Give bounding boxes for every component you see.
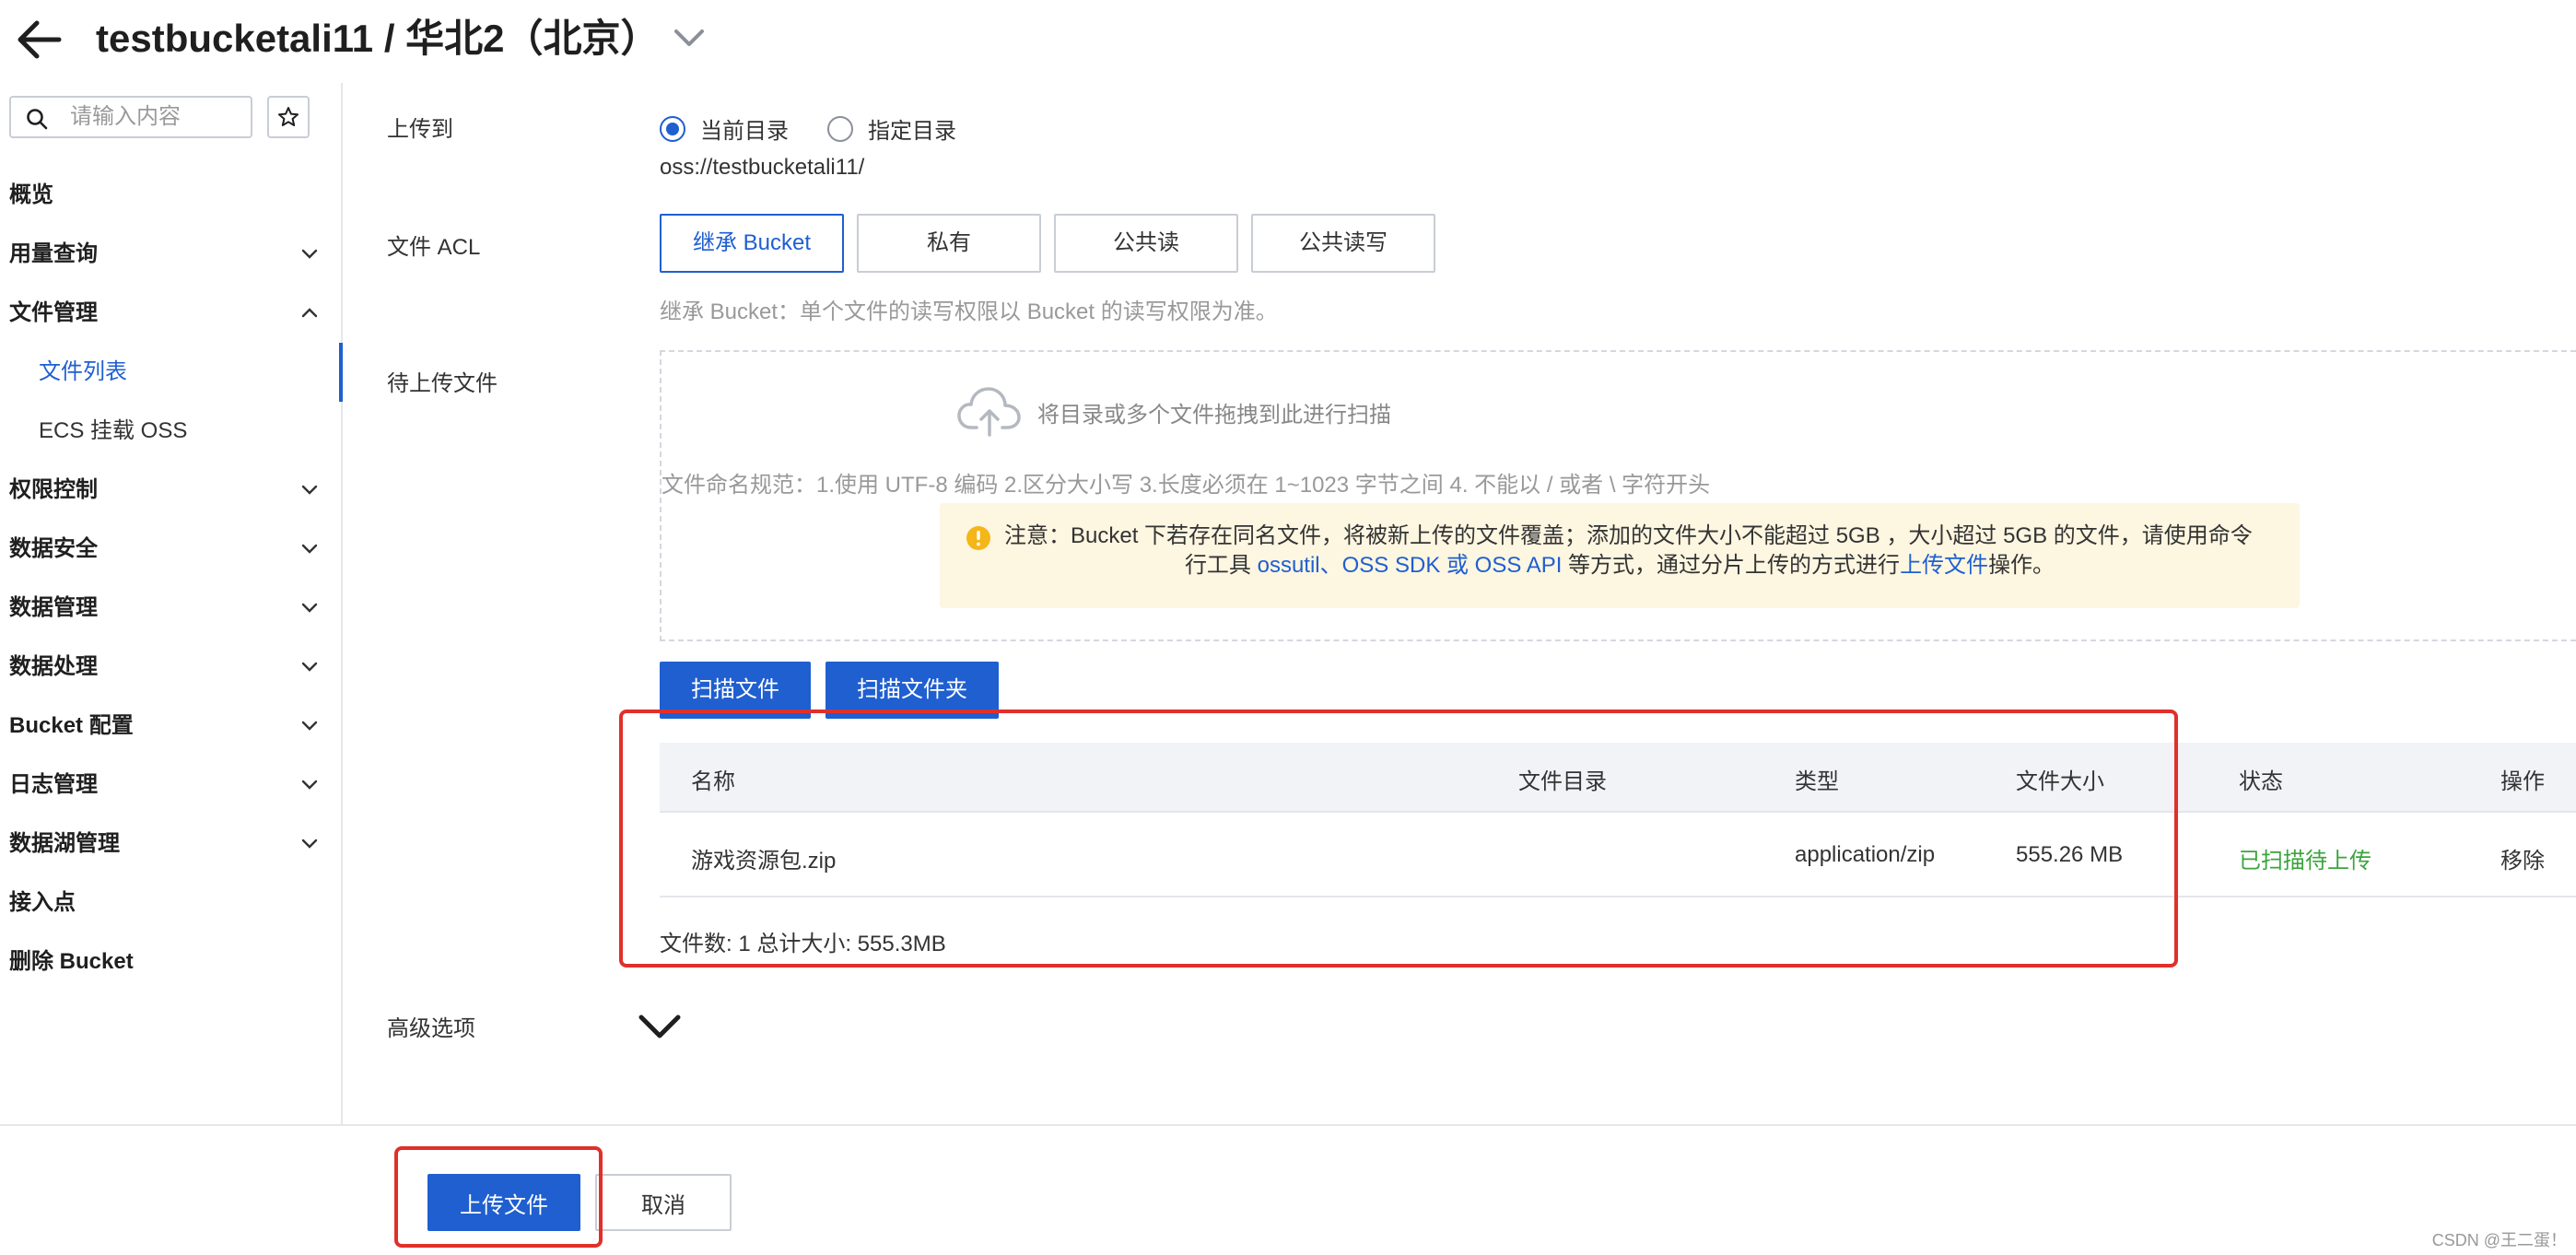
sidebar-item-label: 概览: [9, 182, 53, 207]
pending-files-label: 待上传文件: [387, 371, 498, 396]
acl-public-read-write[interactable]: 公共读写: [1251, 214, 1435, 273]
sidebar-item-label: 权限控制: [9, 477, 98, 502]
footer-divider: [0, 1124, 2576, 1126]
search-input[interactable]: [70, 103, 245, 131]
chevron-down-icon: [301, 662, 318, 672]
sidebar-item-label: 数据处理: [9, 654, 98, 679]
sidebar-item-label: 删除 Bucket: [9, 949, 134, 974]
upload-target-radio-group: 当前目录 指定目录: [660, 112, 995, 145]
advanced-options-label: 高级选项: [387, 1016, 475, 1041]
sidebar-item-overview[interactable]: 概览: [0, 166, 341, 225]
naming-rules: 文件命名规范：1.使用 UTF-8 编码 2.区分大小写 3.长度必须在 1~1…: [662, 473, 1711, 498]
acl-private[interactable]: 私有: [857, 214, 1041, 273]
page-header: testbucketali11 / 华北2（北京）: [0, 0, 2576, 83]
sidebar-item-label: 文件列表: [39, 359, 127, 384]
upload-file-doc-link[interactable]: 上传文件: [1900, 553, 1988, 578]
column-action: 操作: [2500, 769, 2545, 794]
acl-options: 继承 Bucket 私有 公共读 公共读写: [660, 214, 1448, 273]
sidebar-item-log-management[interactable]: 日志管理: [0, 756, 341, 815]
sidebar-nav: 概览 用量查询 文件管理 文件列表 ECS 挂载 OSS 权限控制 数据安全 数…: [0, 166, 343, 991]
table-highlight-box: [619, 710, 2178, 968]
chevron-down-icon: [301, 721, 318, 731]
warning-text-line1: 注意：Bucket 下若存在同名文件，将被新上传的文件覆盖；添加的文件大小不能超…: [1004, 523, 2253, 548]
sidebar-item-label: 接入点: [9, 890, 76, 915]
sidebar-item-file-management[interactable]: 文件管理: [0, 284, 341, 343]
favorite-button[interactable]: [267, 96, 310, 138]
sidebar-item-data-processing[interactable]: 数据处理: [0, 638, 341, 697]
cloud-upload-icon: [957, 387, 1021, 437]
chevron-down-icon: [301, 249, 318, 259]
upload-to-label: 上传到: [387, 117, 453, 142]
chevron-down-icon: [301, 603, 318, 613]
remove-link[interactable]: 移除: [2500, 842, 2545, 874]
sidebar-item-label: 用量查询: [9, 241, 98, 266]
sidebar-item-file-list[interactable]: 文件列表: [0, 343, 343, 402]
sidebar-item-label: Bucket 配置: [9, 713, 134, 738]
status-badge: 已扫描待上传: [2239, 849, 2371, 874]
sidebar: 概览 用量查询 文件管理 文件列表 ECS 挂载 OSS 权限控制 数据安全 数…: [0, 83, 343, 1124]
sidebar-item-access-point[interactable]: 接入点: [0, 874, 341, 932]
bucket-switch-chevron-icon[interactable]: [673, 24, 706, 52]
sidebar-item-usage[interactable]: 用量查询: [0, 225, 341, 284]
column-status: 状态: [2239, 769, 2283, 794]
sidebar-item-data-lake[interactable]: 数据湖管理: [0, 815, 341, 874]
cancel-button[interactable]: 取消: [595, 1174, 732, 1231]
warning-icon: [966, 526, 990, 550]
warning-text: 操作。: [1988, 553, 2055, 578]
sidebar-item-data-management[interactable]: 数据管理: [0, 579, 341, 638]
dropzone-text: 将目录或多个文件拖拽到此进行扫描: [1037, 402, 1391, 428]
file-dropzone[interactable]: 将目录或多个文件拖拽到此进行扫描 文件命名规范：1.使用 UTF-8 编码 2.…: [660, 350, 2576, 641]
sidebar-item-label: 数据管理: [9, 595, 98, 620]
chevron-down-icon: [301, 544, 318, 554]
sidebar-item-data-security[interactable]: 数据安全: [0, 520, 341, 579]
star-icon: [278, 107, 299, 126]
acl-label: 文件 ACL: [387, 235, 481, 260]
chevron-down-icon: [301, 780, 318, 790]
sidebar-item-bucket-config[interactable]: Bucket 配置: [0, 697, 341, 756]
back-arrow-icon[interactable]: [13, 17, 64, 63]
acl-inherit-bucket[interactable]: 继承 Bucket: [660, 214, 844, 273]
warning-text: 行工具: [1184, 553, 1258, 578]
sidebar-item-label: 数据湖管理: [9, 831, 120, 856]
page-title: testbucketali11 / 华北2（北京）: [96, 17, 660, 60]
sidebar-item-access-control[interactable]: 权限控制: [0, 461, 341, 520]
chevron-up-icon: [301, 308, 318, 318]
acl-public-read[interactable]: 公共读: [1054, 214, 1238, 273]
oss-path: oss://testbucketali11/: [660, 155, 865, 180]
radio-selected-icon: [660, 115, 685, 142]
acl-hint: 继承 Bucket：单个文件的读写权限以 Bucket 的读写权限为准。: [660, 299, 1278, 324]
sidebar-item-ecs-mount[interactable]: ECS 挂载 OSS: [0, 402, 341, 461]
sidebar-item-label: 文件管理: [9, 300, 98, 325]
warning-banner: 注意：Bucket 下若存在同名文件，将被新上传的文件覆盖；添加的文件大小不能超…: [940, 503, 2300, 608]
upload-highlight-box: [394, 1146, 603, 1248]
warning-text-line2: 行工具 ossutil、OSS SDK 或 OSS API 等方式，通过分片上传…: [940, 551, 2300, 581]
watermark: CSDN @王二蛋！: [2431, 1231, 2567, 1249]
sidebar-item-label: ECS 挂载 OSS: [39, 418, 188, 443]
ossutil-sdk-api-link[interactable]: ossutil、OSS SDK 或 OSS API: [1258, 553, 1563, 578]
sidebar-item-delete-bucket[interactable]: 删除 Bucket: [0, 932, 341, 991]
chevron-down-icon: [301, 485, 318, 495]
radio-unselected-icon: [827, 115, 853, 142]
radio-label: 当前目录: [700, 119, 789, 144]
sidebar-item-label: 数据安全: [9, 536, 98, 561]
chevron-down-icon[interactable]: [636, 1010, 684, 1041]
chevron-down-icon: [301, 839, 318, 849]
search-icon: [27, 109, 48, 130]
sidebar-item-label: 日志管理: [9, 772, 98, 797]
radio-label: 指定目录: [868, 119, 956, 144]
radio-specified-directory[interactable]: 指定目录: [827, 112, 956, 145]
radio-current-directory[interactable]: 当前目录: [660, 112, 789, 145]
sidebar-search[interactable]: [9, 96, 252, 138]
warning-text: 等方式，通过分片上传的方式进行: [1562, 553, 1901, 578]
